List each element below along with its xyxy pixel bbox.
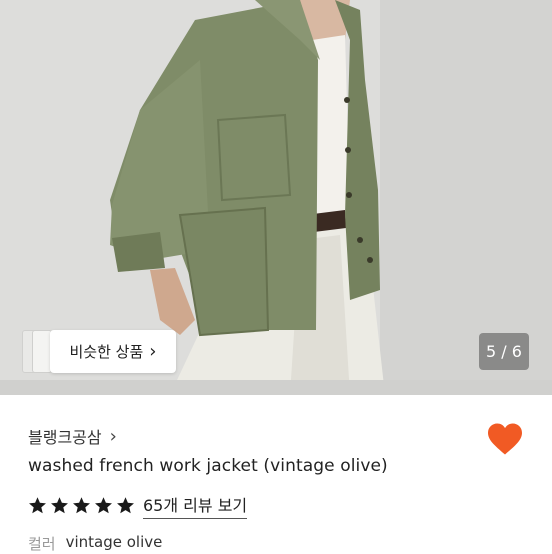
- heart-icon[interactable]: [486, 422, 524, 456]
- similar-products-button[interactable]: 비슷한 상품 ›: [50, 330, 176, 373]
- similar-thumbnails: [22, 330, 52, 373]
- star-icon: [51, 497, 68, 514]
- color-label: 컬러: [28, 535, 56, 553]
- product-title: washed french work jacket (vintage olive…: [28, 456, 388, 476]
- shop-link[interactable]: 블랭크공삼 ›: [28, 424, 117, 448]
- star-icon: [29, 497, 46, 514]
- product-image[interactable]: 비슷한 상품 › 5 / 6: [0, 0, 552, 395]
- image-counter: 5 / 6: [479, 333, 529, 370]
- review-link[interactable]: 65개 리뷰 보기: [143, 492, 248, 519]
- star-icon: [117, 497, 134, 514]
- star-icon: [73, 497, 90, 514]
- thumbnail-front: [32, 330, 52, 373]
- chevron-right-icon: ›: [149, 341, 157, 362]
- star-icon: [95, 497, 112, 514]
- rating-row: 65개 리뷰 보기: [28, 492, 248, 519]
- color-row: 컬러 vintage olive: [28, 533, 162, 554]
- shop-name: 블랭크공삼: [28, 428, 102, 447]
- color-value: vintage olive: [65, 533, 163, 551]
- chevron-right-icon: ›: [109, 425, 117, 447]
- similar-products-label: 비슷한 상품: [69, 343, 144, 361]
